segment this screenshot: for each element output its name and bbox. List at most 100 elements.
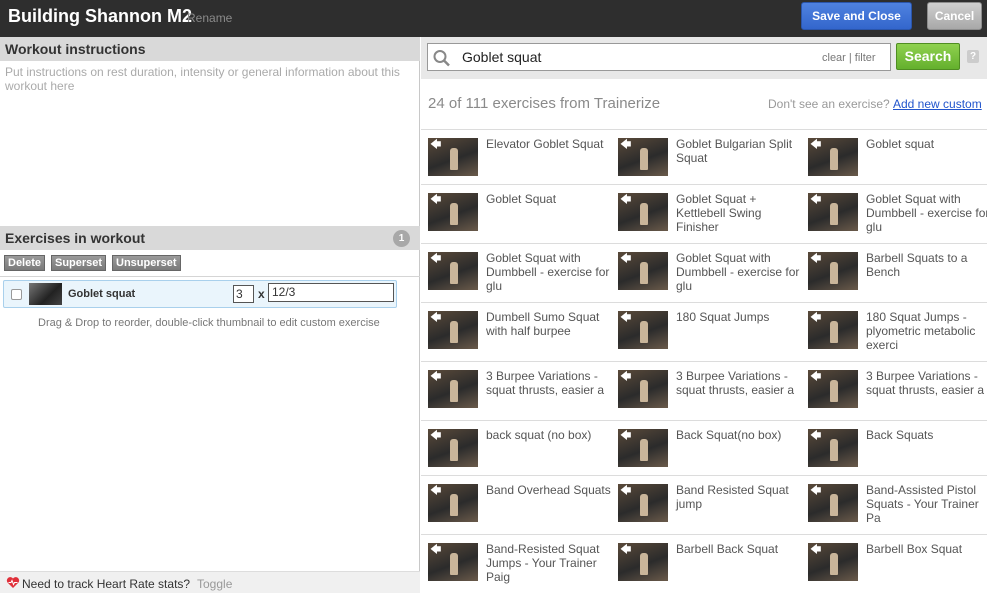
person-figure bbox=[830, 380, 838, 402]
exercise-label: Back Squats bbox=[866, 428, 934, 442]
exercise-label: Band-Resisted Squat Jumps - Your Trainer… bbox=[486, 542, 600, 584]
person-figure bbox=[640, 321, 648, 343]
superset-button[interactable]: Superset bbox=[51, 255, 107, 271]
drag-arrow-icon: 🡄 bbox=[810, 312, 822, 324]
results-row: 🡄 3 Burpee Variations - squat thrusts, ea… bbox=[421, 361, 987, 408]
exercise-library-panel: Goblet squat clear | filter Search ? 24 … bbox=[421, 37, 987, 593]
reps-input[interactable]: 12/3 bbox=[268, 283, 394, 302]
exercise-name: Goblet squat bbox=[68, 288, 136, 300]
drag-arrow-icon: 🡄 bbox=[620, 371, 632, 383]
video-thumbnail[interactable]: 🡄 bbox=[808, 193, 858, 231]
person-figure bbox=[450, 439, 458, 461]
person-figure bbox=[450, 321, 458, 343]
workout-exercise-row[interactable]: Goblet squat 3 x 12/3 bbox=[3, 280, 397, 308]
person-figure bbox=[640, 439, 648, 461]
video-thumbnail[interactable]: 🡄 bbox=[808, 543, 858, 581]
video-thumbnail[interactable]: 🡄 bbox=[808, 252, 858, 290]
video-thumbnail[interactable]: 🡄 bbox=[618, 370, 668, 408]
exercise-label: Band-Assisted Pistol Squats - Your Train… bbox=[866, 483, 979, 525]
heart-rate-toggle[interactable]: Toggle bbox=[197, 577, 232, 591]
exercise-label: Barbell Back Squat bbox=[676, 542, 779, 556]
exercise-label: Goblet Squat with Dumbbell - exercise fo… bbox=[866, 192, 987, 234]
drag-arrow-icon: 🡄 bbox=[430, 312, 442, 324]
save-and-close-button[interactable]: Save and Close bbox=[801, 2, 912, 30]
drag-arrow-icon: 🡄 bbox=[810, 194, 822, 206]
instructions-textarea[interactable]: Put instructions on rest duration, inten… bbox=[5, 65, 410, 93]
video-thumbnail[interactable]: 🡄 bbox=[618, 484, 668, 522]
drag-arrow-icon: 🡄 bbox=[810, 430, 822, 442]
person-figure bbox=[640, 553, 648, 575]
drag-arrow-icon: 🡄 bbox=[620, 312, 632, 324]
video-thumbnail[interactable]: 🡄 bbox=[618, 138, 668, 176]
video-thumbnail[interactable]: 🡄 bbox=[428, 138, 478, 176]
drag-drop-hint: Drag & Drop to reorder, double-click thu… bbox=[38, 317, 380, 329]
person-figure bbox=[830, 148, 838, 170]
exercise-label: Dumbell Sumo Squat with half burpee bbox=[486, 310, 600, 338]
video-thumbnail[interactable]: 🡄 bbox=[428, 311, 478, 349]
video-thumbnail[interactable]: 🡄 bbox=[618, 252, 668, 290]
search-icon bbox=[432, 49, 452, 72]
divider bbox=[0, 276, 420, 277]
exercises-heading: Exercises in workout bbox=[0, 226, 420, 250]
video-thumbnail[interactable]: 🡄 bbox=[428, 429, 478, 467]
drag-arrow-icon: 🡄 bbox=[810, 485, 822, 497]
video-thumbnail[interactable]: 🡄 bbox=[618, 429, 668, 467]
video-thumbnail[interactable]: 🡄 bbox=[808, 138, 858, 176]
drag-arrow-icon: 🡄 bbox=[430, 544, 442, 556]
rename-link[interactable]: Rename bbox=[187, 11, 232, 25]
help-icon[interactable]: ? bbox=[967, 50, 979, 63]
video-thumbnail[interactable]: 🡄 bbox=[618, 311, 668, 349]
exercise-label: 3 Burpee Variations - squat thrusts, eas… bbox=[486, 369, 605, 397]
video-thumbnail[interactable]: 🡄 bbox=[428, 543, 478, 581]
video-thumbnail[interactable]: 🡄 bbox=[808, 484, 858, 522]
person-figure bbox=[640, 148, 648, 170]
delete-button[interactable]: Delete bbox=[4, 255, 46, 271]
person-figure bbox=[640, 380, 648, 402]
search-input[interactable]: Goblet squat clear | filter bbox=[427, 43, 891, 71]
drag-arrow-icon: 🡄 bbox=[620, 253, 632, 265]
person-figure bbox=[450, 553, 458, 575]
exercise-label: Goblet Squat with Dumbbell - exercise fo… bbox=[676, 251, 800, 293]
person-figure bbox=[450, 262, 458, 284]
video-thumbnail[interactable]: 🡄 bbox=[428, 193, 478, 231]
drag-arrow-icon: 🡄 bbox=[620, 485, 632, 497]
drag-arrow-icon: 🡄 bbox=[430, 430, 442, 442]
person-figure bbox=[830, 439, 838, 461]
exercise-label: Back Squat(no box) bbox=[676, 428, 782, 442]
clear-filter-links[interactable]: clear | filter bbox=[822, 52, 876, 64]
drag-arrow-icon: 🡄 bbox=[620, 194, 632, 206]
video-thumbnail[interactable]: 🡄 bbox=[428, 484, 478, 522]
heart-rate-icon bbox=[6, 576, 20, 592]
video-thumbnail[interactable]: 🡄 bbox=[808, 429, 858, 467]
exercise-label: Elevator Goblet Squat bbox=[486, 137, 604, 151]
results-row: 🡄 back squat (no box) 🡄 Back Squat(no box)… bbox=[421, 420, 987, 467]
exercise-label: Band Resisted Squat jump bbox=[676, 483, 789, 511]
results-count: 24 of 111 exercises from Trainerize bbox=[428, 95, 661, 112]
search-button[interactable]: Search bbox=[896, 43, 960, 70]
sets-input[interactable]: 3 bbox=[233, 285, 254, 303]
video-thumbnail[interactable]: 🡄 bbox=[808, 370, 858, 408]
drag-arrow-icon: 🡄 bbox=[620, 139, 632, 151]
person-figure bbox=[450, 380, 458, 402]
exercise-label: 180 Squat Jumps bbox=[676, 310, 770, 324]
exercise-thumbnail[interactable] bbox=[29, 283, 62, 305]
person-figure bbox=[640, 203, 648, 225]
person-figure bbox=[830, 494, 838, 516]
exercise-label: Barbell Squats to a Bench bbox=[866, 251, 968, 279]
video-thumbnail[interactable]: 🡄 bbox=[618, 193, 668, 231]
exercise-label: Goblet Squat + Kettlebell Swing Finisher bbox=[676, 192, 762, 234]
unsuperset-button[interactable]: Unsuperset bbox=[112, 255, 181, 271]
add-new-custom-link[interactable]: Add new custom bbox=[893, 97, 982, 111]
drag-arrow-icon: 🡄 bbox=[620, 430, 632, 442]
exercise-checkbox[interactable] bbox=[11, 289, 22, 300]
video-thumbnail[interactable]: 🡄 bbox=[428, 370, 478, 408]
video-thumbnail[interactable]: 🡄 bbox=[428, 252, 478, 290]
heart-rate-text: Need to track Heart Rate stats? bbox=[22, 577, 191, 591]
person-figure bbox=[640, 262, 648, 284]
cancel-button[interactable]: Cancel bbox=[927, 2, 982, 30]
video-thumbnail[interactable]: 🡄 bbox=[808, 311, 858, 349]
exercise-label: back squat (no box) bbox=[486, 428, 592, 442]
video-thumbnail[interactable]: 🡄 bbox=[618, 543, 668, 581]
person-figure bbox=[640, 494, 648, 516]
results-row: 🡄 Goblet Squat 🡄 Goblet Squat + Kettlebell… bbox=[421, 184, 987, 234]
